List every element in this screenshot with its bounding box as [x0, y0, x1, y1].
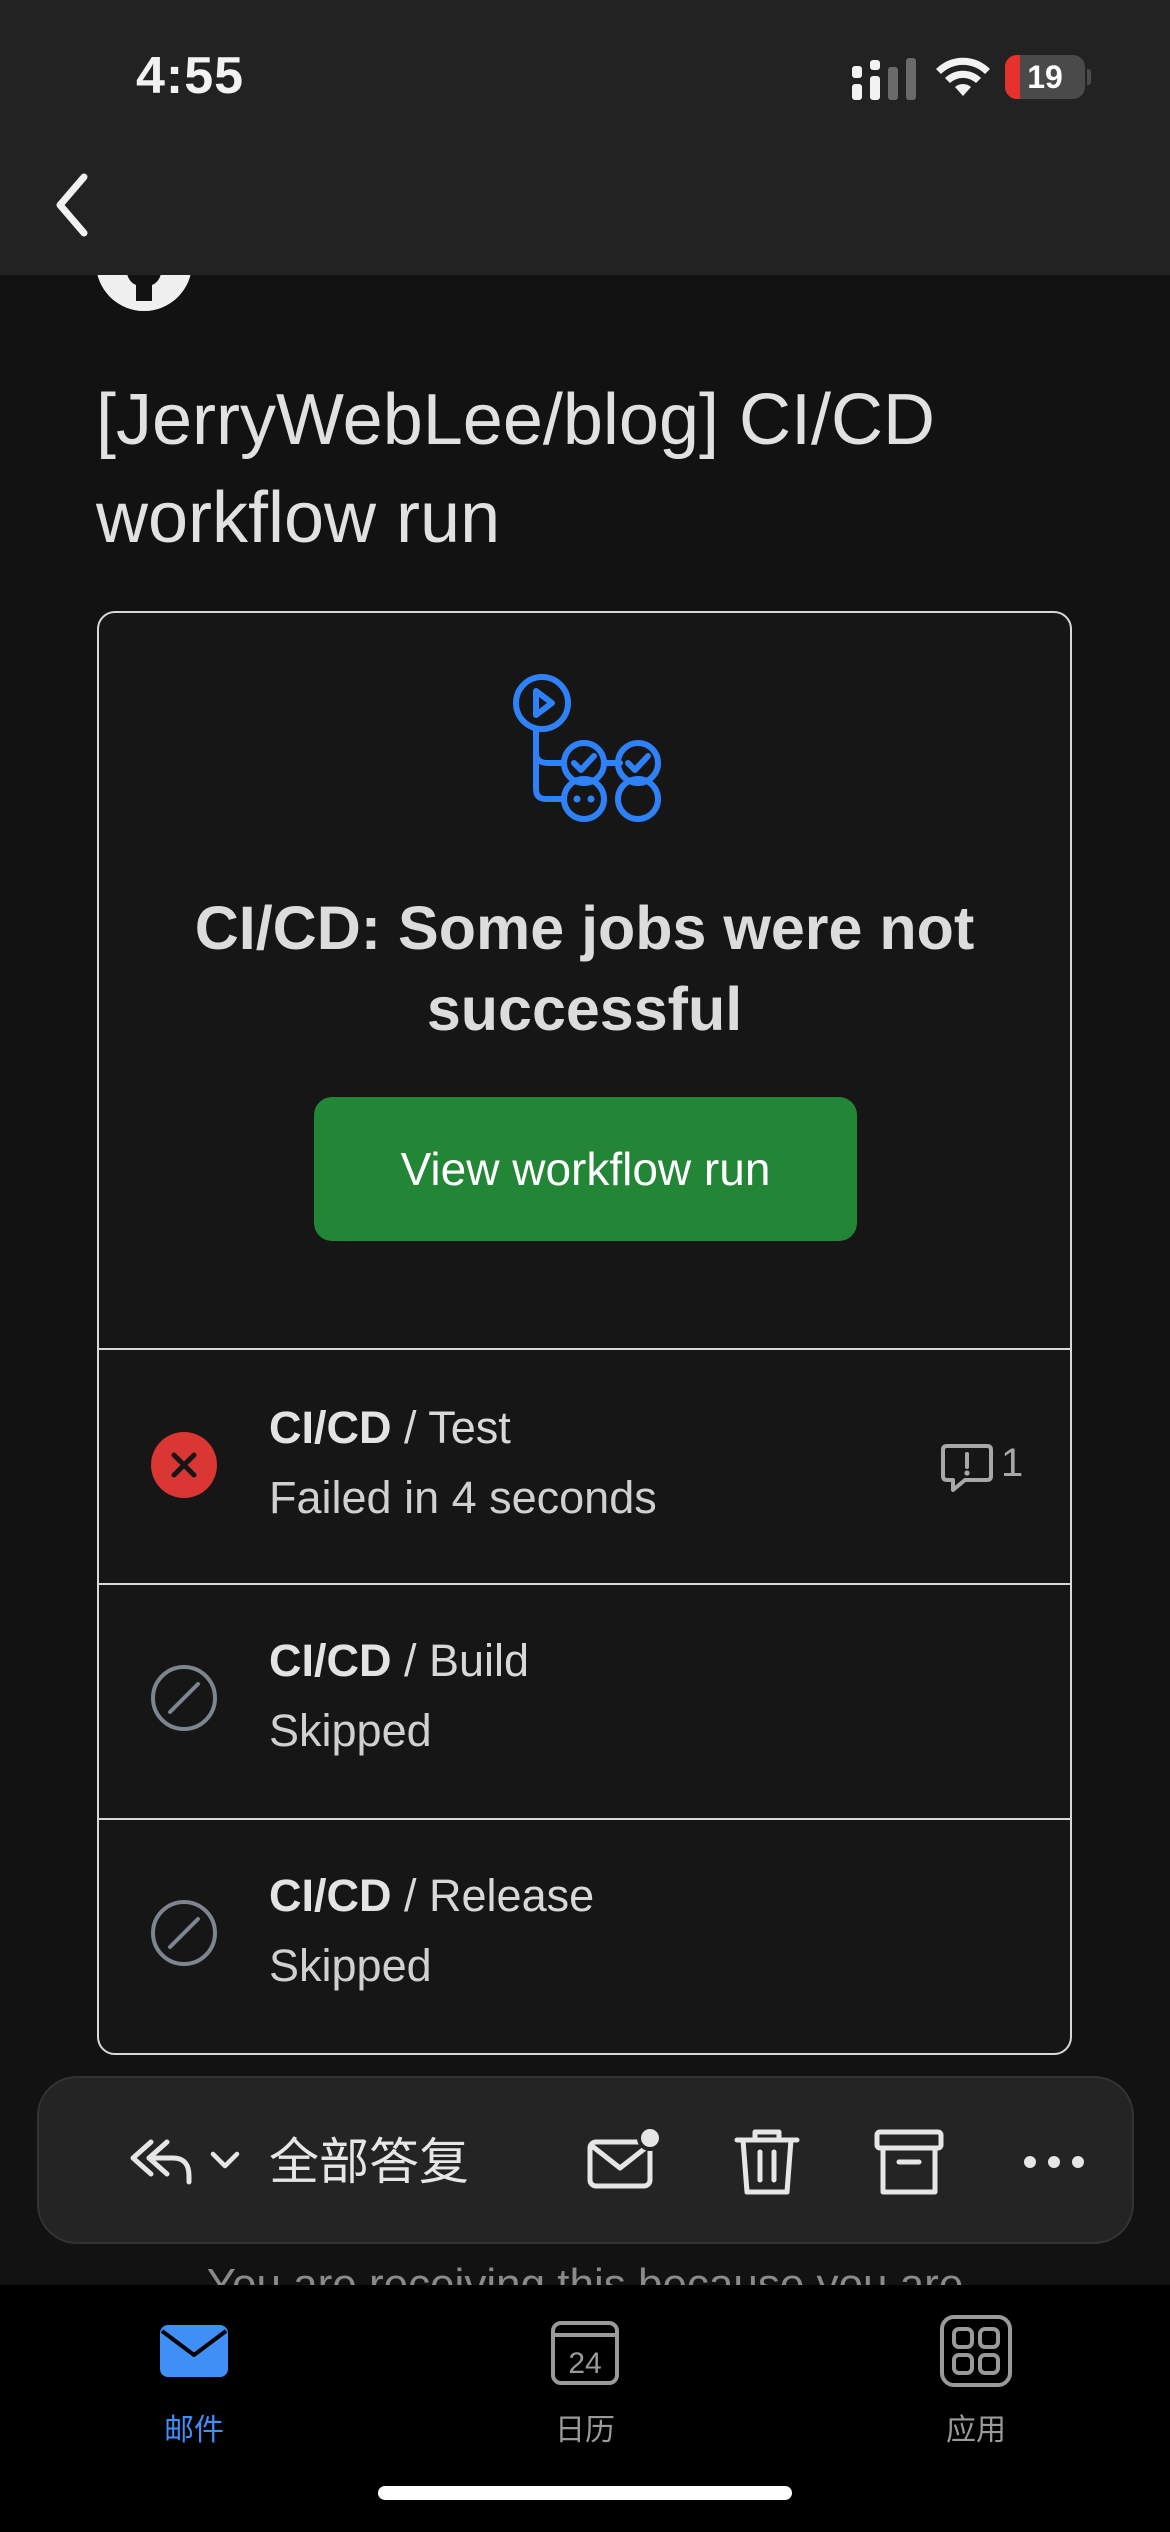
- job-row-build[interactable]: CI/CD / Build Skipped: [99, 1583, 1070, 1818]
- email-body: [JerryWebLee/blog] CI/CD workflow run CI…: [0, 215, 1170, 2309]
- job-name: CI/CD / Build: [269, 1635, 530, 1686]
- message-action-bar: 全部答复: [37, 2076, 1134, 2244]
- battery-level: 19: [1027, 59, 1063, 95]
- battery-icon: 19: [1005, 55, 1091, 99]
- view-workflow-run-button[interactable]: View workflow run: [314, 1097, 857, 1241]
- calendar-icon: 24: [551, 2321, 619, 2385]
- top-bar: 4:55 19: [0, 0, 1170, 275]
- home-indicator: [378, 2486, 792, 2500]
- mail-icon: [160, 2325, 228, 2377]
- screen: 4:55 19 [JerryWebLee/blog] CI/CD workflo…: [0, 0, 1170, 2532]
- svg-text:24: 24: [568, 2347, 601, 2380]
- card-header: CI/CD: Some jobs were not successful Vie…: [99, 613, 1070, 1348]
- annotation-count[interactable]: 1: [939, 1438, 1039, 1498]
- tab-label: 应用: [946, 2414, 1006, 2447]
- status-time: 4:55: [136, 47, 245, 105]
- tab-apps[interactable]: 应用: [856, 2305, 1096, 2455]
- tab-mail[interactable]: 邮件: [74, 2305, 314, 2455]
- trash-icon[interactable]: [727, 2122, 807, 2202]
- reply-all-label: 全部答复: [269, 2134, 469, 2190]
- job-detail: Failed in 4 seconds: [269, 1472, 657, 1523]
- job-name: CI/CD / Release: [269, 1870, 595, 1921]
- apps-icon: [940, 2315, 1012, 2387]
- reply-all-icon: [130, 2139, 192, 2185]
- mark-unread-icon[interactable]: [584, 2122, 664, 2202]
- chevron-down-icon[interactable]: [209, 2148, 241, 2172]
- job-row-test[interactable]: CI/CD / Test Failed in 4 seconds 1: [99, 1348, 1070, 1583]
- tab-calendar[interactable]: 24 日历: [465, 2305, 705, 2455]
- archive-icon[interactable]: [869, 2122, 949, 2202]
- tab-label: 邮件: [164, 2414, 224, 2447]
- skipped-icon: [151, 1900, 217, 1966]
- workflow-status-title: CI/CD: Some jobs were not successful: [194, 894, 975, 1043]
- email-subject: [JerryWebLee/blog] CI/CD workflow run: [96, 380, 936, 558]
- more-icon[interactable]: [1014, 2122, 1094, 2202]
- reply-all-button[interactable]: 全部答复: [89, 2112, 489, 2212]
- job-detail: Skipped: [269, 1705, 432, 1756]
- workflow-card: CI/CD: Some jobs were not successful Vie…: [97, 611, 1072, 2055]
- skipped-icon: [151, 1665, 217, 1731]
- tab-label: 日历: [555, 2414, 615, 2447]
- job-name: CI/CD / Test: [269, 1402, 511, 1453]
- job-row-release[interactable]: CI/CD / Release Skipped: [99, 1818, 1070, 2053]
- cellular-signal-icon: [852, 58, 916, 100]
- wifi-icon: [936, 57, 990, 96]
- annotation-icon: [941, 1444, 993, 1492]
- job-detail: Skipped: [269, 1940, 432, 1991]
- github-actions-icon: [513, 674, 661, 822]
- back-button[interactable]: [40, 165, 110, 245]
- failed-x-icon: [151, 1432, 217, 1498]
